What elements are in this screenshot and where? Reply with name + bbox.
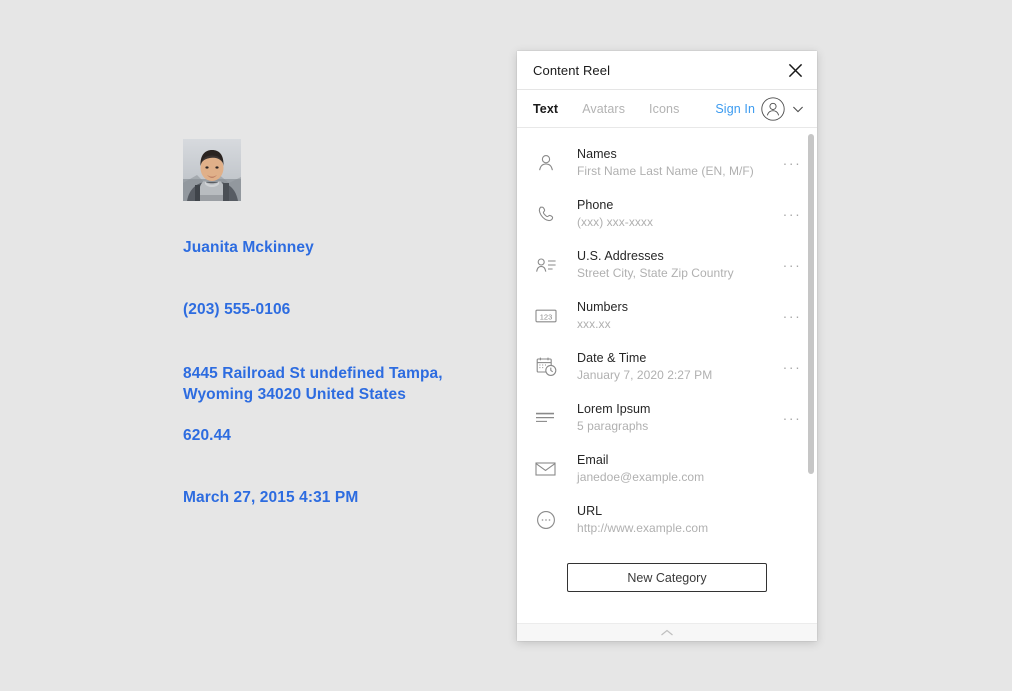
canvas-text-phone: (203) 555-0106 [183, 301, 291, 318]
panel-title: Content Reel [533, 62, 611, 78]
panel-tabbar: Text Avatars Icons Sign In [517, 90, 817, 128]
paragraph-icon [533, 411, 559, 425]
numbers-icon: 123 [533, 308, 559, 324]
list-item-body: U.S. Addresses Street City, State Zip Co… [577, 248, 781, 281]
list-item-title: Phone [577, 198, 614, 212]
canvas-text-number: 620.44 [183, 427, 232, 444]
list-item-subtitle: xxx.xx [577, 317, 611, 331]
list-item-body: Numbers xxx.xx [577, 299, 781, 332]
overflow-menu-icon[interactable]: ··· [781, 410, 803, 426]
canvas-text-datetime: March 27, 2015 4:31 PM [183, 489, 359, 506]
list-item-subtitle: http://www.example.com [577, 521, 709, 535]
content-reel-panel: Content Reel Text Avatars Icons Sign In [517, 51, 817, 641]
category-list-wrapper: Names First Name Last Name (EN, M/F) ···… [517, 128, 817, 623]
list-item[interactable]: U.S. Addresses Street City, State Zip Co… [517, 239, 817, 290]
tab-icons[interactable]: Icons [649, 102, 679, 116]
overflow-menu-icon[interactable]: ··· [781, 308, 803, 324]
design-canvas: Juanita Mckinney (203) 555-0106 8445 Rai… [0, 0, 517, 691]
list-item-subtitle: 5 paragraphs [577, 419, 649, 433]
list-item-body: Email janedoe@example.com [577, 452, 781, 485]
list-item-title: Numbers [577, 300, 629, 314]
overflow-menu-icon[interactable]: ··· [781, 155, 803, 171]
tab-text[interactable]: Text [533, 102, 558, 116]
overflow-menu-icon[interactable]: ··· [781, 257, 803, 273]
chevron-down-icon[interactable] [791, 102, 805, 116]
account-controls: Sign In [715, 96, 805, 121]
url-circle-icon [533, 510, 559, 530]
new-category-button[interactable]: New Category [567, 563, 767, 592]
svg-text:123: 123 [540, 312, 553, 321]
category-list: Names First Name Last Name (EN, M/F) ···… [517, 128, 817, 614]
tab-avatars[interactable]: Avatars [582, 102, 625, 116]
phone-icon [533, 204, 559, 224]
list-item-subtitle: Street City, State Zip Country [577, 266, 734, 280]
new-category-area: New Category [517, 545, 817, 614]
sign-in-link[interactable]: Sign In [715, 102, 755, 116]
canvas-text-name: Juanita Mckinney [183, 239, 314, 256]
list-item-body: Phone (xxx) xxx-xxxx [577, 197, 781, 230]
list-item-subtitle: First Name Last Name (EN, M/F) [577, 164, 754, 178]
person-icon [533, 153, 559, 173]
list-item-title: U.S. Addresses [577, 249, 664, 263]
list-item[interactable]: Date & Time January 7, 2020 2:27 PM ··· [517, 341, 817, 392]
list-item-title: Email [577, 453, 609, 467]
list-scrollbar[interactable] [806, 128, 815, 623]
list-item[interactable]: Names First Name Last Name (EN, M/F) ··· [517, 137, 817, 188]
screen: Juanita Mckinney (203) 555-0106 8445 Rai… [0, 0, 1012, 691]
overflow-menu-icon[interactable]: ··· [781, 359, 803, 375]
list-item-subtitle: janedoe@example.com [577, 470, 705, 484]
list-item-subtitle: January 7, 2020 2:27 PM [577, 368, 713, 382]
list-item-body: Date & Time January 7, 2020 2:27 PM [577, 350, 781, 383]
list-item[interactable]: Phone (xxx) xxx-xxxx ··· [517, 188, 817, 239]
list-item-title: Lorem Ipsum [577, 402, 651, 416]
user-circle-icon[interactable] [761, 96, 785, 121]
overflow-menu-icon[interactable]: ··· [781, 206, 803, 222]
scrollbar-thumb[interactable] [808, 134, 814, 474]
list-item[interactable]: Lorem Ipsum 5 paragraphs ··· [517, 392, 817, 443]
avatar-photo [183, 139, 241, 201]
list-item-title: Names [577, 147, 617, 161]
list-item[interactable]: Email janedoe@example.com [517, 443, 817, 494]
panel-header: Content Reel [517, 51, 817, 90]
canvas-text-address: 8445 Railroad St undefined Tampa, Wyomin… [183, 365, 443, 403]
list-item[interactable]: URL http://www.example.com [517, 494, 817, 545]
list-item[interactable]: 123 Numbers xxx.xx ··· [517, 290, 817, 341]
list-item-title: Date & Time [577, 351, 647, 365]
list-item-title: URL [577, 504, 603, 518]
envelope-icon [533, 461, 559, 477]
list-item-body: Lorem Ipsum 5 paragraphs [577, 401, 781, 434]
chevron-up-icon[interactable] [659, 629, 675, 637]
contact-icon [533, 255, 559, 275]
close-icon[interactable] [784, 59, 806, 81]
list-item-subtitle: (xxx) xxx-xxxx [577, 215, 654, 229]
list-item-body: Names First Name Last Name (EN, M/F) [577, 146, 781, 179]
list-item-body: URL http://www.example.com [577, 503, 781, 536]
calendar-clock-icon [533, 356, 559, 377]
panel-resize-handle[interactable] [517, 623, 817, 641]
